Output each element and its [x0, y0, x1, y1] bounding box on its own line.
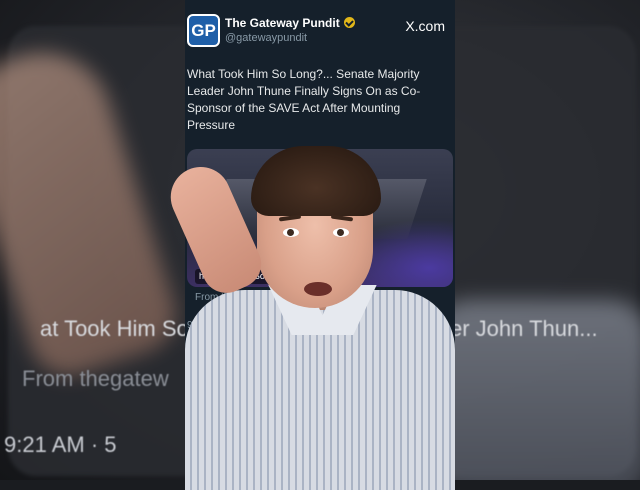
bg-timestamp: 9:21 AM · 5 — [4, 432, 117, 457]
tweet-panel: GP The Gateway Pundit @gatewaypundit X.c… — [185, 0, 455, 480]
verified-badge-icon — [343, 17, 355, 28]
user-avatar[interactable] — [187, 455, 213, 480]
account-handle[interactable]: @gatewaypundit — [225, 32, 307, 44]
link-card-image[interactable]: hat Took Him So L Leader John Thun... — [187, 149, 453, 287]
bg-from-text: From thegatew — [22, 366, 169, 391]
account-name[interactable]: The Gateway Pundit — [225, 16, 340, 30]
reply-snippet-line1: C — [225, 419, 233, 430]
link-card-source[interactable]: From thegatewaypu — [195, 292, 283, 303]
tweet-header: GP The Gateway Pundit @gatewaypundit X.c… — [185, 10, 455, 50]
account-name-row[interactable]: The Gateway Pundit — [225, 16, 355, 30]
x-com-logo: X.com — [405, 18, 445, 34]
link-card-caption[interactable]: hat Took Him So L Leader John Thun... — [195, 269, 359, 284]
bg-caption-right: er John Thun... — [450, 316, 598, 341]
reply-snippet-line2: b — [225, 433, 231, 444]
reply-snippet: C b — [225, 418, 232, 446]
account-logo[interactable]: GP — [187, 14, 220, 47]
post-reply-input[interactable]: P — [223, 462, 230, 473]
tweet-text: What Took Him So Long?... Senate Majorit… — [187, 67, 421, 132]
reply-icon[interactable] — [189, 343, 201, 354]
bg-caption-left: at Took Him So — [40, 316, 189, 341]
tweet-timestamp[interactable]: 9:21 AM · — [187, 320, 230, 331]
